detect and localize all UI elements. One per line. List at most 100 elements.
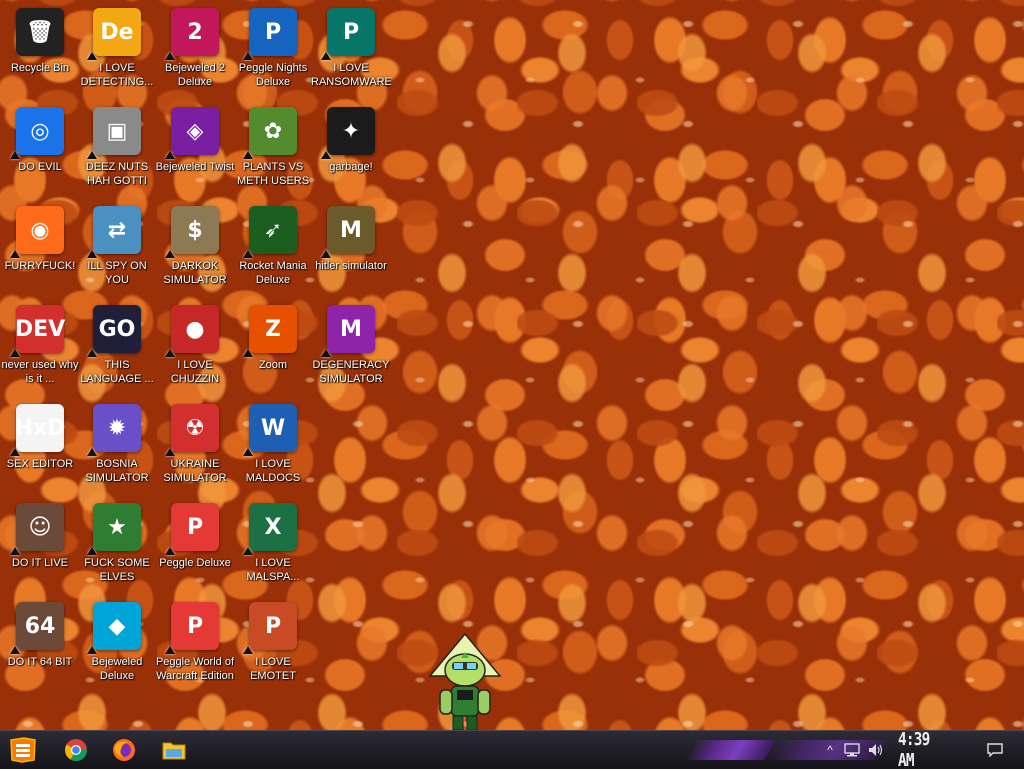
firefox-icon [113, 739, 135, 761]
desktop-icon[interactable]: $ DARKOK SIMULATOR [155, 202, 235, 296]
shortcut-arrow-icon [321, 349, 331, 357]
rocket-icon: ➶ [243, 206, 297, 258]
desktop-icon[interactable]: P Peggle Deluxe [155, 499, 235, 593]
volume-tray-icon[interactable] [866, 740, 886, 760]
bejeweled2-icon: 2 [165, 8, 219, 60]
desktop-icon[interactable]: 64 DO IT 64 BIT [0, 598, 80, 692]
taskbar-accent-stripe [684, 740, 776, 760]
radiation-icon: ☢ [165, 404, 219, 456]
desktop-icon-label: FURRYFUCK! [4, 260, 76, 272]
desktop-icon[interactable]: ✦ garbage! [311, 103, 391, 197]
desktop-icon[interactable]: 🗑 Recycle Bin [0, 4, 80, 98]
desktop-icon-label: Peggle Nights Deluxe [238, 62, 308, 88]
desktop-icon[interactable]: Z Zoom [233, 301, 313, 395]
icon-glyph: De [100, 19, 134, 45]
desktop-icon[interactable]: 2 Bejeweled 2 Deluxe [155, 4, 235, 98]
desktop-icon[interactable]: De I LOVE DETECTING... [77, 4, 157, 98]
icon-glyph: ◎ [30, 118, 50, 144]
shortcut-arrow-icon [321, 52, 331, 60]
taskbar-clock[interactable]: 4:39 AM [898, 729, 951, 771]
shortcut-arrow-icon [165, 250, 175, 258]
desktop-icon-label: FUCK SOME ELVES [84, 557, 150, 583]
desktop-icon[interactable]: ◎ DO EVIL [0, 103, 80, 197]
shortcut-arrow-icon [87, 52, 97, 60]
flower-icon: ✿ [243, 107, 297, 159]
shortcut-arrow-icon [10, 547, 20, 555]
desktop-icon-label: Zoom [258, 359, 288, 371]
peggle-wow-icon: P [165, 602, 219, 654]
desktop-icon-label: I LOVE RANSOMWARE [311, 62, 391, 88]
shortcut-arrow-icon [243, 646, 253, 654]
desktop-icon[interactable]: Mhitler simulator [311, 202, 391, 296]
desktop-icon[interactable]: ✹ BOSNIA SIMULATOR [77, 400, 157, 494]
shortcut-arrow-icon [87, 349, 97, 357]
start-button[interactable] [4, 732, 42, 768]
icon-glyph: M [340, 217, 362, 243]
shortcut-arrow-icon [165, 151, 175, 159]
shortcut-arrow-icon [87, 547, 97, 555]
peggle-icon: P [165, 503, 219, 555]
portrait-icon: ☺ [10, 503, 64, 555]
shortcut-arrow-icon [10, 250, 20, 258]
icon-glyph: HxD [14, 415, 66, 441]
portrait-64-icon: 64 [10, 602, 64, 654]
desktop[interactable]: 🗑 Recycle Bin ◎ DO EVIL ◉ FURRYFUCK! DEV never … [0, 0, 1024, 730]
shortcut-arrow-icon [165, 448, 175, 456]
desktop-icon-label: never used why is it ... [1, 359, 79, 385]
desktop-icon-label: Peggle Deluxe [159, 557, 231, 569]
desktop-icon-label: Bejeweled Twist [155, 161, 235, 173]
desktop-icon[interactable]: ◈ Bejeweled Twist [155, 103, 235, 197]
icon-glyph: ◉ [30, 217, 50, 243]
icon-glyph: 64 [24, 613, 56, 639]
desktop-icon[interactable]: ◉ FURRYFUCK! [0, 202, 80, 296]
desktop-icon[interactable]: ➶ Rocket Mania Deluxe [233, 202, 313, 296]
mine-icon: ✹ [87, 404, 141, 456]
desktop-icon[interactable]: P I LOVE EMOTET [233, 598, 313, 692]
shortcut-arrow-icon [87, 448, 97, 456]
desktop-icon[interactable]: P I LOVE RANSOMWARE [311, 4, 391, 98]
desktop-icon-label: DEGENERACY SIMULATOR [312, 359, 390, 385]
network-tray-icon[interactable] [842, 740, 862, 760]
desktop-icon-label: DEEZ NUTS HAH GOTTI [85, 161, 149, 187]
desktop-icon[interactable]: ▣ DEEZ NUTS HAH GOTTI [77, 103, 157, 197]
desktop-icon[interactable]: HxD SEX EDITOR [0, 400, 80, 494]
desktop-icon[interactable]: ⇄ ILL SPY ON YOU [77, 202, 157, 296]
desktop-icon[interactable]: ☢ UKRAINE SIMULATOR [155, 400, 235, 494]
icon-glyph: ✹ [107, 415, 127, 441]
de-icon: De [87, 8, 141, 60]
hxd-icon: HxD [10, 404, 66, 456]
desktop-icon[interactable]: P Peggle Nights Deluxe [233, 4, 313, 98]
icon-glyph: ⇄ [107, 217, 127, 243]
desktop-icon[interactable]: GO THIS LANGUAGE ... [77, 301, 157, 395]
desktop-icon[interactable]: ● I LOVE CHUZZIN [155, 301, 235, 395]
desktop-icon[interactable]: ☺ DO IT LIVE [0, 499, 80, 593]
desktop-icon[interactable]: ★ FUCK SOME ELVES [77, 499, 157, 593]
shortcut-arrow-icon [243, 250, 253, 258]
shortcut-arrow-icon [10, 646, 20, 654]
taskbar-chrome-button[interactable] [60, 735, 92, 765]
action-center-button[interactable] [984, 740, 1006, 760]
recycle-bin-icon: 🗑 [16, 8, 64, 56]
desktop-icon-label: PLANTS VS METH USERS [236, 161, 310, 187]
desktop-icon[interactable]: W I LOVE MALDOCS [233, 400, 313, 494]
desktop-icon-label: BOSNIA SIMULATOR [85, 458, 149, 484]
folder-icon [162, 742, 186, 760]
speaker-icon [869, 744, 883, 756]
money-bag-icon: $ [165, 206, 219, 258]
peggle-nights-icon: P [243, 8, 297, 60]
taskbar-explorer-button[interactable] [158, 735, 190, 765]
desktop-icon[interactable]: P Peggle World of Warcraft Edition [155, 598, 235, 692]
shortcut-arrow-icon [87, 151, 97, 159]
desktop-icon[interactable]: ✿ PLANTS VS METH USERS [233, 103, 313, 197]
desktop-icon[interactable]: ◆ Bejeweled Deluxe [77, 598, 157, 692]
desktop-icon[interactable]: X I LOVE MALSPA... [233, 499, 313, 593]
shortcut-arrow-icon [165, 547, 175, 555]
shortcut-arrow-icon [10, 448, 20, 456]
desktop-icon[interactable]: M DEGENERACY SIMULATOR [311, 301, 391, 395]
goland-icon: GO [87, 305, 141, 357]
taskbar-firefox-button[interactable] [108, 735, 140, 765]
network-icon [844, 743, 860, 757]
icon-glyph: ★ [107, 514, 127, 540]
desktop-icon[interactable]: DEV never used why is it ... [0, 301, 80, 395]
show-hidden-icons-button[interactable]: ^ [824, 740, 836, 760]
